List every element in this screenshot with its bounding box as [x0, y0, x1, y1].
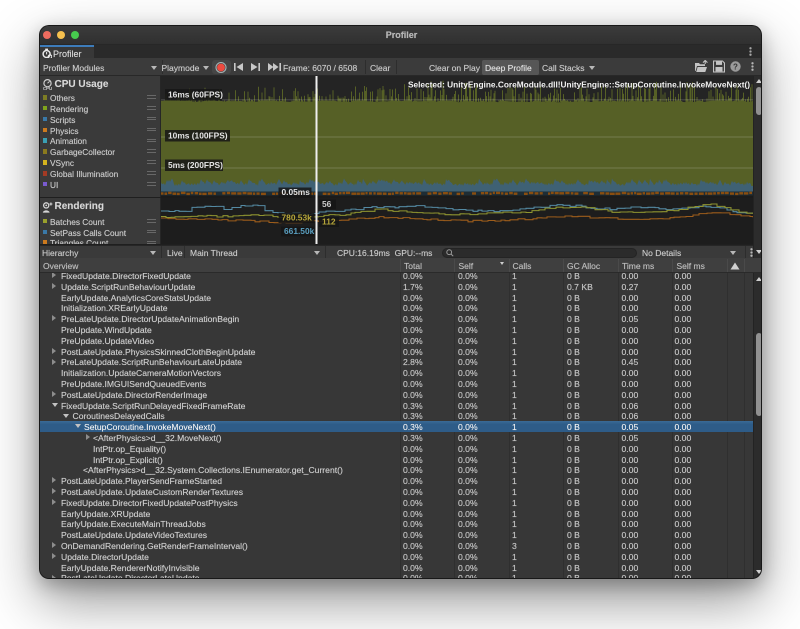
svg-text:5ms (200FPS): 5ms (200FPS): [168, 160, 223, 170]
svg-text:56: 56: [322, 199, 332, 209]
svg-text:0.05ms: 0.05ms: [282, 187, 311, 197]
svg-text:CPU: CPU: [42, 86, 51, 90]
svg-text:10ms (100FPS): 10ms (100FPS): [168, 131, 228, 141]
svg-text:Selected: UnityEngine.CoreModu: Selected: UnityEngine.CoreModule.dll!Uni…: [408, 80, 750, 90]
svg-text:112: 112: [322, 217, 336, 227]
svg-text:16ms (60FPS): 16ms (60FPS): [168, 90, 223, 100]
svg-text:661.50k: 661.50k: [284, 226, 315, 236]
svg-text:?: ?: [733, 62, 738, 71]
svg-text:780.53k: 780.53k: [282, 213, 313, 223]
